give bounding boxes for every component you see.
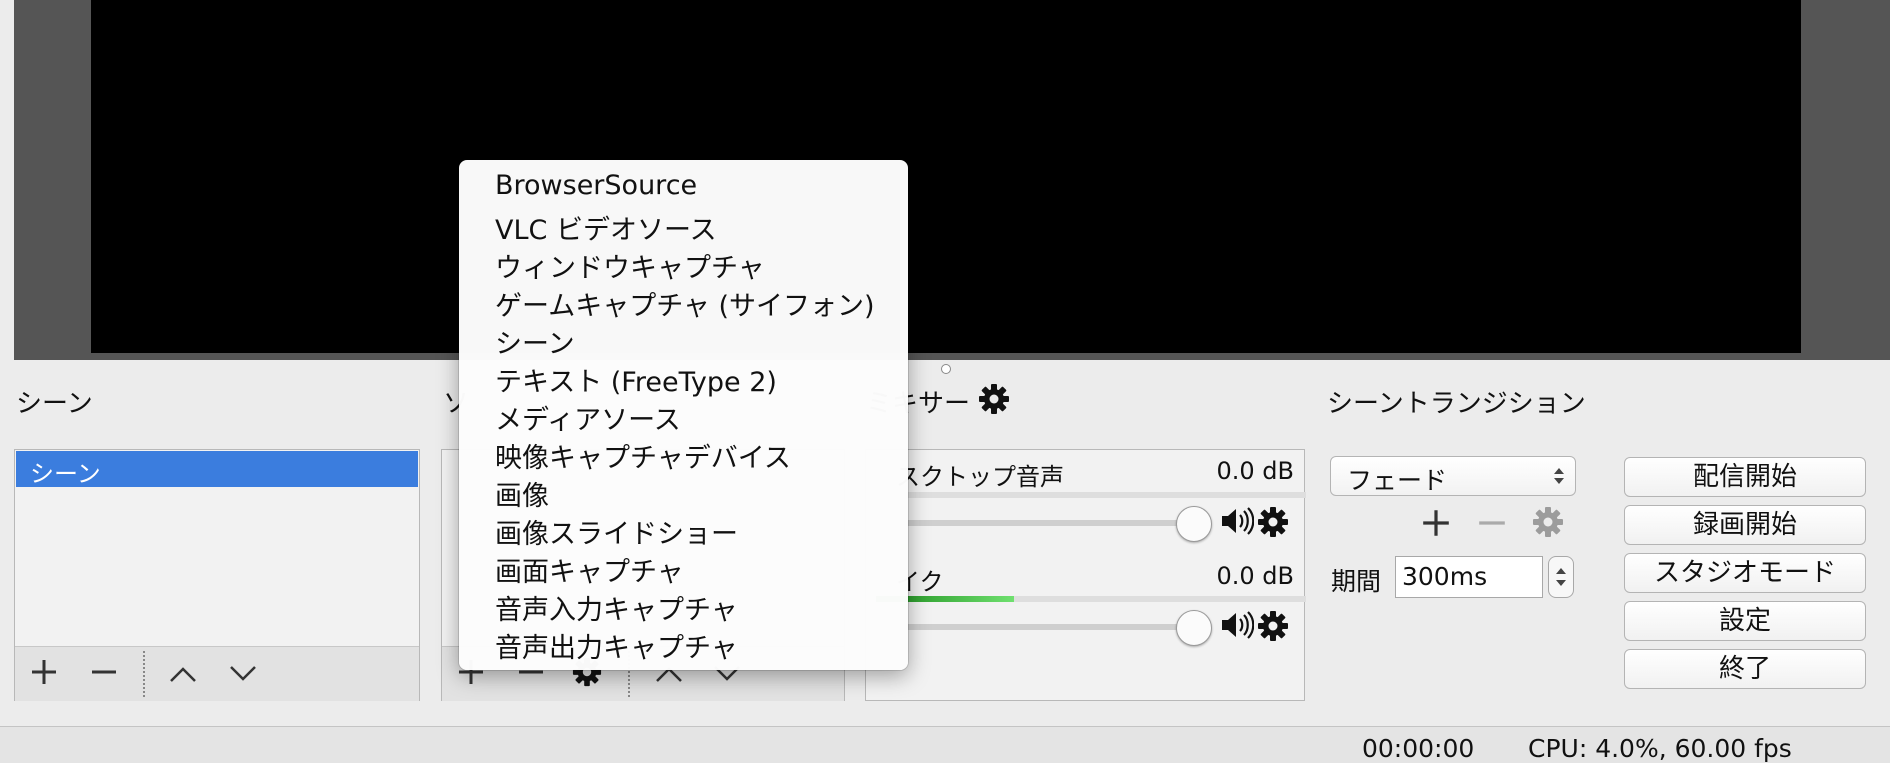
volume-meter: [876, 596, 1306, 602]
stream-time: 00:00:00: [1362, 734, 1475, 763]
preview-canvas[interactable]: [91, 0, 1801, 353]
move-scene-down-button[interactable]: [228, 657, 258, 691]
mixer-channel-label: スクトップ音声: [896, 463, 1064, 491]
menu-item-video-capture-device[interactable]: 映像キャプチャデバイス: [495, 436, 791, 475]
scenes-panel-title: シーン: [16, 389, 93, 419]
transition-select-value: フェード: [1347, 466, 1448, 495]
add-transition-button[interactable]: [1420, 507, 1452, 543]
add-scene-button[interactable]: [29, 657, 59, 693]
channel-settings-button[interactable]: [1257, 506, 1289, 542]
gear-icon: [1533, 507, 1563, 537]
mute-button[interactable]: [1220, 506, 1255, 540]
volume-slider-knob[interactable]: [1176, 610, 1212, 646]
volume-slider-knob[interactable]: [1176, 506, 1212, 542]
mute-button[interactable]: [1220, 610, 1255, 644]
mixer-channel-db: 0.0 dB: [1216, 457, 1295, 485]
menu-item-media-source[interactable]: メディアソース: [495, 398, 681, 437]
stepper-arrows-icon: [1556, 568, 1566, 586]
plus-icon: [1423, 510, 1449, 536]
remove-transition-button[interactable]: [1476, 507, 1508, 543]
gear-icon: [979, 384, 1009, 414]
speaker-icon: [1222, 611, 1255, 639]
menu-item-vlc-video-source[interactable]: VLC ビデオソース: [495, 208, 717, 247]
menu-item-image[interactable]: 画像: [495, 474, 549, 513]
transitions-panel-title: シーントランジション: [1327, 389, 1586, 419]
toolbar-separator: [143, 651, 145, 697]
menu-item-image-slideshow[interactable]: 画像スライドショー: [495, 512, 738, 551]
chevron-up-icon: [170, 667, 196, 682]
select-arrows-icon: [1554, 468, 1564, 484]
settings-button[interactable]: 設定: [1624, 601, 1866, 641]
exit-button[interactable]: 終了: [1624, 649, 1866, 689]
scenes-toolbar: [15, 646, 419, 701]
channel-settings-button[interactable]: [1257, 610, 1289, 646]
plus-icon: [32, 660, 56, 684]
resize-handle[interactable]: [941, 364, 951, 374]
volume-slider[interactable]: [876, 506, 1212, 542]
menu-item-audio-output-capture[interactable]: 音声出力キャプチャ: [495, 626, 738, 665]
mixer-area: スクトップ音声 0.0 dB イク 0.0 dB: [865, 449, 1306, 701]
status-bar: 00:00:00 CPU: 4.0%, 60.00 fps: [0, 726, 1890, 763]
cpu-usage: CPU: 4.0%, 60.00 fps: [1528, 734, 1792, 763]
menu-item-browser-source[interactable]: BrowserSource: [495, 170, 697, 201]
gear-icon: [1258, 507, 1288, 537]
duration-value: 300ms: [1402, 562, 1488, 591]
studio-mode-button[interactable]: スタジオモード: [1624, 553, 1866, 593]
mixer-settings-button[interactable]: [978, 383, 1010, 419]
mixer-channel-db: 0.0 dB: [1216, 562, 1295, 590]
duration-label: 期間: [1331, 567, 1382, 596]
transition-select[interactable]: フェード: [1330, 456, 1576, 496]
gear-icon: [1258, 611, 1288, 641]
scene-list-item[interactable]: シーン: [16, 451, 418, 488]
speaker-icon: [1222, 507, 1255, 535]
menu-item-scene[interactable]: シーン: [495, 322, 575, 361]
add-source-menu: BrowserSource VLC ビデオソース ウィンドウキャプチャ ゲームキ…: [459, 160, 908, 670]
remove-scene-button[interactable]: [89, 657, 119, 693]
start-streaming-button[interactable]: 配信開始: [1624, 457, 1866, 497]
menu-item-audio-input-capture[interactable]: 音声入力キャプチャ: [495, 588, 738, 627]
menu-item-game-capture-syphon[interactable]: ゲームキャプチャ (サイフォン): [495, 284, 875, 323]
minus-icon: [92, 670, 116, 674]
volume-slider[interactable]: [876, 610, 1212, 646]
duration-input[interactable]: 300ms: [1395, 556, 1543, 598]
scene-list-item-label: シーン: [30, 460, 101, 488]
chevron-down-icon: [230, 666, 256, 681]
scenes-list[interactable]: シーン: [14, 449, 420, 701]
volume-meter: [876, 492, 1306, 498]
menu-item-text-freetype2[interactable]: テキスト (FreeType 2): [495, 360, 777, 399]
move-scene-up-button[interactable]: [168, 659, 198, 693]
menu-item-window-capture[interactable]: ウィンドウキャプチャ: [495, 246, 765, 285]
minus-icon: [1479, 521, 1505, 525]
menu-item-display-capture[interactable]: 画面キャプチャ: [495, 550, 684, 589]
duration-stepper[interactable]: [1548, 556, 1574, 598]
start-recording-button[interactable]: 録画開始: [1624, 505, 1866, 545]
transition-properties-button[interactable]: [1532, 506, 1564, 542]
